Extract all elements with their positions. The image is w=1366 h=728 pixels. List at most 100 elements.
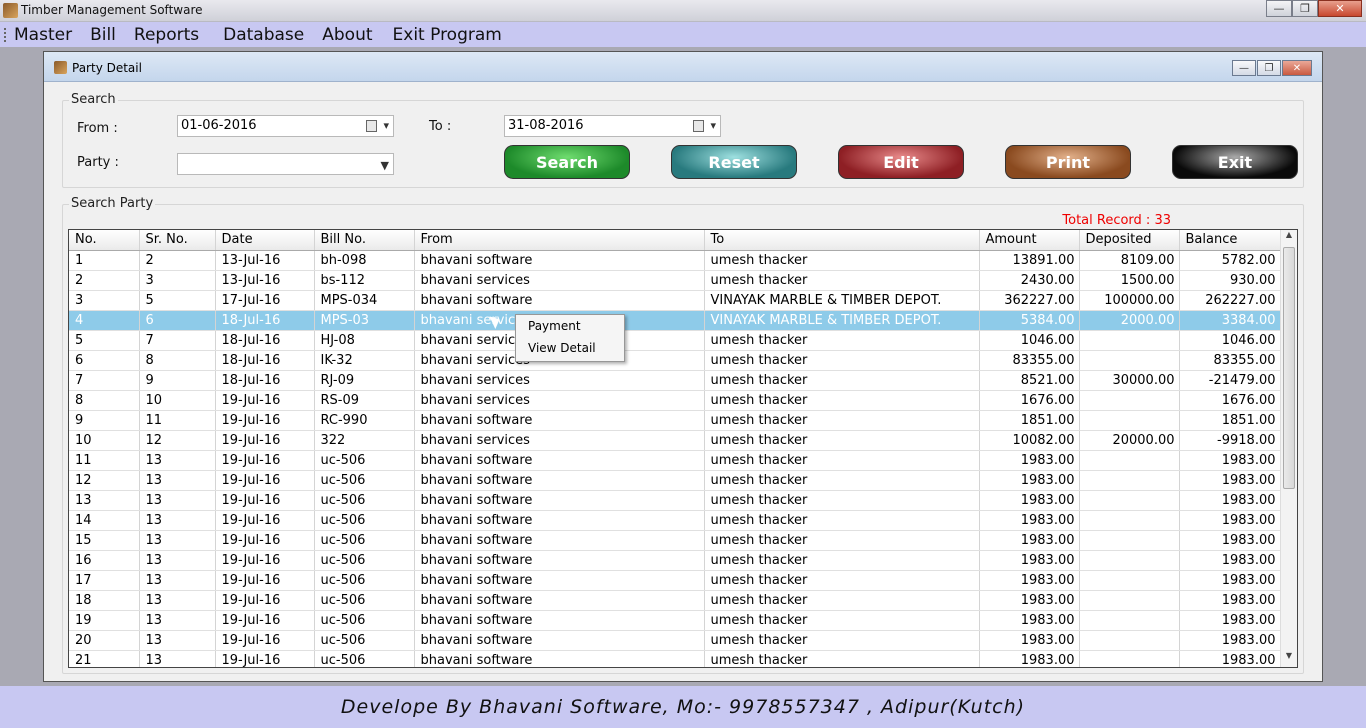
- close-icon[interactable]: ✕: [1318, 0, 1362, 17]
- scroll-up-icon[interactable]: ▲: [1281, 230, 1297, 246]
- menu-about[interactable]: About: [322, 25, 372, 45]
- table-row[interactable]: 3 5 17-Jul-16 MPS-034 bhavani software VINAYA…: [69, 290, 1281, 311]
- table-row[interactable]: 4 6 18-Jul-16 MPS-03 bhavani services VINAYAK…: [69, 310, 1281, 331]
- table-row[interactable]: 1 2 13-Jul-16 bh-098 bhavani software umesh t…: [69, 250, 1281, 271]
- table-row[interactable]: 2 3 13-Jul-16 bs-112 bhavani services umesh t…: [69, 270, 1281, 291]
- menu-exit-program[interactable]: Exit Program: [393, 25, 502, 45]
- minimize-icon[interactable]: —: [1266, 0, 1292, 17]
- table-cell: 1983.00: [1179, 470, 1281, 491]
- edit-button[interactable]: Edit: [838, 145, 964, 179]
- child-close-icon[interactable]: ✕: [1282, 60, 1312, 76]
- column-header[interactable]: Date: [215, 230, 315, 251]
- table-cell: [1079, 470, 1180, 491]
- menu-bar: Master Bill Reports Database About Exit …: [0, 22, 1366, 47]
- table-cell: [1079, 650, 1180, 667]
- table-row[interactable]: 8 10 19-Jul-16 RS-09 bhavani services umesh t…: [69, 390, 1281, 411]
- table-cell: umesh thacker: [704, 410, 980, 431]
- table-cell: uc-506: [314, 450, 415, 471]
- table-cell: 13: [139, 590, 216, 611]
- context-menu-view-detail[interactable]: View Detail: [516, 337, 624, 359]
- table-row[interactable]: 7 9 18-Jul-16 RJ-09 bhavani services umesh th…: [69, 370, 1281, 391]
- table-row[interactable]: 10 12 19-Jul-16 322 bhavani services umesh th…: [69, 430, 1281, 451]
- table-cell: umesh thacker: [704, 570, 980, 591]
- column-header[interactable]: Sr. No.: [139, 230, 216, 251]
- search-button[interactable]: Search: [504, 145, 630, 179]
- table-cell: 5782.00: [1179, 250, 1281, 271]
- table-cell: 1500.00: [1079, 270, 1180, 291]
- table-row[interactable]: 19 13 19-Jul-16 uc-506 bhavani software umesh…: [69, 610, 1281, 631]
- menu-grip-icon: [4, 27, 8, 42]
- column-header[interactable]: Amount: [979, 230, 1080, 251]
- table-row[interactable]: 18 13 19-Jul-16 uc-506 bhavani software umesh…: [69, 590, 1281, 611]
- calendar-icon[interactable]: [693, 120, 704, 132]
- table-row[interactable]: 20 13 19-Jul-16 uc-506 bhavani software umesh…: [69, 630, 1281, 651]
- table-cell: 1983.00: [1179, 510, 1281, 531]
- table-header: No. Sr. No. Date Bill No. From To Amount Deposi…: [69, 230, 1281, 251]
- party-detail-window: Party Detail — ❐ ✕ Search From : 01-06-2…: [43, 51, 1323, 682]
- table-cell: 13-Jul-16: [215, 250, 315, 271]
- restore-icon[interactable]: ❐: [1292, 0, 1318, 17]
- table-row[interactable]: 13 13 19-Jul-16 uc-506 bhavani software umesh…: [69, 490, 1281, 511]
- table-cell: bs-112: [314, 270, 415, 291]
- exit-button[interactable]: Exit: [1172, 145, 1298, 179]
- table-cell: 1: [69, 250, 140, 271]
- table-cell: 1983.00: [1179, 570, 1281, 591]
- search-group: Search From : 01-06-2016 ▾ To : 31-08-20…: [62, 92, 1304, 188]
- table-row[interactable]: 15 13 19-Jul-16 uc-506 bhavani software umesh…: [69, 530, 1281, 551]
- table-cell: 1983.00: [979, 530, 1080, 551]
- column-header[interactable]: Balance: [1179, 230, 1281, 251]
- reset-button[interactable]: Reset: [671, 145, 797, 179]
- table-row[interactable]: 12 13 19-Jul-16 uc-506 bhavani software umesh…: [69, 470, 1281, 491]
- table-row[interactable]: 16 13 19-Jul-16 uc-506 bhavani software umesh…: [69, 550, 1281, 571]
- table-cell: 18-Jul-16: [215, 350, 315, 371]
- context-menu-payment[interactable]: Payment: [516, 315, 624, 337]
- scroll-down-icon[interactable]: ▼: [1281, 651, 1297, 667]
- column-header[interactable]: Bill No.: [314, 230, 415, 251]
- scroll-thumb[interactable]: [1283, 247, 1295, 489]
- from-date-picker[interactable]: 01-06-2016 ▾: [177, 115, 394, 137]
- table-row[interactable]: 14 13 19-Jul-16 uc-506 bhavani software umesh…: [69, 510, 1281, 531]
- table-cell: bh-098: [314, 250, 415, 271]
- table-cell: 1676.00: [1179, 390, 1281, 411]
- table-cell: uc-506: [314, 610, 415, 631]
- table-cell: 21: [69, 650, 140, 667]
- table-cell: bhavani software: [414, 290, 705, 311]
- column-header[interactable]: From: [414, 230, 705, 251]
- column-header[interactable]: To: [704, 230, 980, 251]
- table-cell: uc-506: [314, 470, 415, 491]
- table-cell: 11: [69, 450, 140, 471]
- chevron-down-icon[interactable]: ▾: [383, 119, 389, 132]
- table-cell: 8109.00: [1079, 250, 1180, 271]
- table-cell: 1983.00: [979, 490, 1080, 511]
- party-select[interactable]: ▼: [177, 153, 394, 175]
- table-row[interactable]: 11 13 19-Jul-16 uc-506 bhavani software umesh…: [69, 450, 1281, 471]
- child-minimize-icon[interactable]: —: [1232, 60, 1256, 76]
- calendar-icon[interactable]: [366, 120, 377, 132]
- menu-master[interactable]: Master: [14, 25, 72, 45]
- menu-reports[interactable]: Reports: [134, 25, 199, 45]
- table-row[interactable]: 9 11 19-Jul-16 RC-990 bhavani software umesh …: [69, 410, 1281, 431]
- table-row[interactable]: 5 7 18-Jul-16 HJ-08 bhavani services umesh th…: [69, 330, 1281, 351]
- child-restore-icon[interactable]: ❐: [1257, 60, 1281, 76]
- table-cell: 18-Jul-16: [215, 370, 315, 391]
- menu-bill[interactable]: Bill: [90, 25, 116, 45]
- table-cell: 1983.00: [1179, 650, 1281, 667]
- column-header[interactable]: Deposited: [1079, 230, 1180, 251]
- chevron-down-icon[interactable]: ▾: [710, 119, 716, 132]
- table-cell: 19-Jul-16: [215, 590, 315, 611]
- party-grid[interactable]: No. Sr. No. Date Bill No. From To Amount Deposi…: [68, 229, 1298, 668]
- table-row[interactable]: 21 13 19-Jul-16 uc-506 bhavani software umesh…: [69, 650, 1281, 667]
- window-icon: [54, 61, 67, 74]
- vertical-scrollbar[interactable]: ▲ ▼: [1280, 230, 1297, 667]
- chevron-down-icon[interactable]: ▼: [381, 159, 389, 172]
- total-record: Total Record : 33: [1062, 213, 1171, 228]
- column-header[interactable]: No.: [69, 230, 140, 251]
- table-cell: 10082.00: [979, 430, 1080, 451]
- table-row[interactable]: 6 8 18-Jul-16 IK-32 bhavani services umesh th…: [69, 350, 1281, 371]
- table-row[interactable]: 17 13 19-Jul-16 uc-506 bhavani software umesh…: [69, 570, 1281, 591]
- print-button[interactable]: Print: [1005, 145, 1131, 179]
- table-cell: bhavani software: [414, 550, 705, 571]
- to-date-picker[interactable]: 31-08-2016 ▾: [504, 115, 721, 137]
- table-cell: 6: [139, 310, 216, 331]
- menu-database[interactable]: Database: [223, 25, 304, 45]
